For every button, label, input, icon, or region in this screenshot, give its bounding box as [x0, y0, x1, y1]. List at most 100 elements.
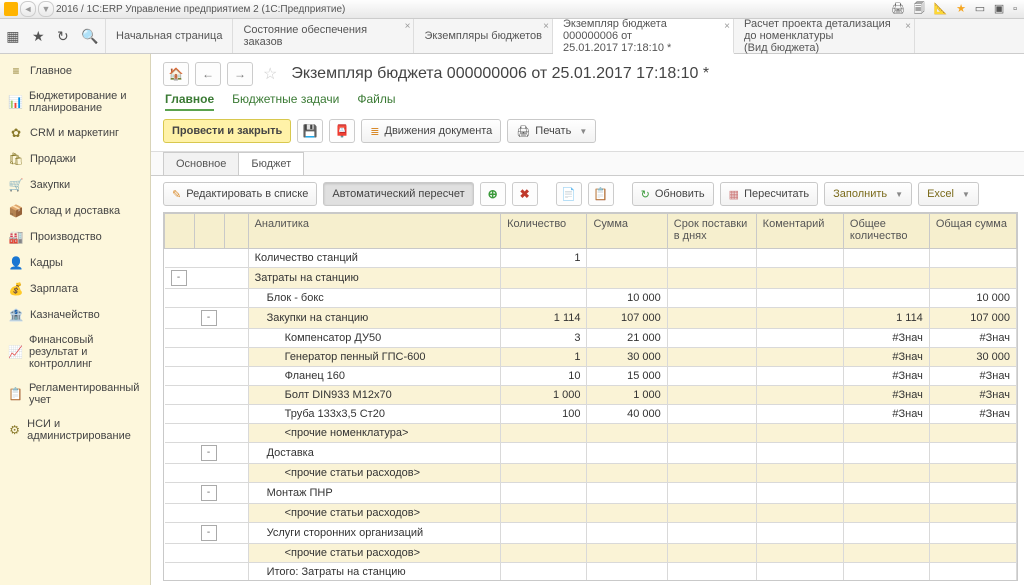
auto-recalc-button[interactable]: Автоматический пересчет: [323, 182, 473, 206]
main-tab[interactable]: Экземпляр бюджета 000000006 от25.01.2017…: [553, 19, 734, 54]
table-row[interactable]: Труба 133х3,5 Ст2010040 000#Знач#Знач: [165, 405, 1017, 424]
cell-gsum[interactable]: [929, 544, 1016, 563]
tb-save-icon[interactable]: 🗐: [914, 3, 925, 15]
cell-gsum[interactable]: 30 000: [929, 348, 1016, 367]
table-row[interactable]: <прочие статьи расходов>: [165, 504, 1017, 523]
cell-qty[interactable]: 3: [501, 329, 587, 348]
cell-delivery[interactable]: [667, 464, 756, 483]
cell-gsum[interactable]: [929, 424, 1016, 443]
cell-gsum[interactable]: [929, 523, 1016, 544]
cell-sum[interactable]: [587, 544, 667, 563]
back-button[interactable]: ←: [195, 62, 221, 86]
cell-qty[interactable]: 1 000: [501, 386, 587, 405]
cell-analytics[interactable]: Услуги сторонних организаций: [248, 523, 501, 544]
history-icon[interactable]: ↻: [57, 28, 69, 45]
col-comment[interactable]: Коментарий: [756, 214, 843, 249]
paste-button[interactable]: 📋: [588, 182, 614, 206]
sidebar-item[interactable]: 👤Кадры: [0, 250, 150, 276]
sidebar-item[interactable]: 📦Склад и доставка: [0, 198, 150, 224]
tree-toggle-icon[interactable]: -: [171, 270, 187, 286]
cell-comment[interactable]: [756, 544, 843, 563]
cell-gsum[interactable]: #Знач: [929, 386, 1016, 405]
col-delivery[interactable]: Срок поставки в днях: [667, 214, 756, 249]
cell-gqty[interactable]: [843, 544, 929, 563]
col-qty[interactable]: Количество: [501, 214, 587, 249]
recalc-button[interactable]: ▦Пересчитать: [720, 182, 818, 206]
cell-comment[interactable]: [756, 329, 843, 348]
table-row[interactable]: Блок - бокс10 00010 000: [165, 289, 1017, 308]
cell-qty[interactable]: [501, 523, 587, 544]
cell-gsum[interactable]: 10 000: [929, 289, 1016, 308]
print-button[interactable]: 🖨Печать▼: [507, 119, 596, 143]
cell-delivery[interactable]: [667, 386, 756, 405]
cell-sum[interactable]: [587, 483, 667, 504]
cell-sum[interactable]: [587, 523, 667, 544]
cell-analytics[interactable]: Компенсатор ДУ50: [248, 329, 501, 348]
main-tab[interactable]: Состояние обеспечения заказов×: [233, 19, 414, 53]
cell-sum[interactable]: [587, 563, 667, 582]
cell-qty[interactable]: [501, 424, 587, 443]
cell-delivery[interactable]: [667, 544, 756, 563]
cell-analytics[interactable]: Количество станций: [248, 249, 501, 268]
cell-gqty[interactable]: [843, 443, 929, 464]
cell-sum[interactable]: 107 000: [587, 308, 667, 329]
sidebar-item[interactable]: 🛍Продажи: [0, 146, 150, 172]
cell-gqty[interactable]: #Знач: [843, 348, 929, 367]
cell-gqty[interactable]: [843, 523, 929, 544]
cell-analytics[interactable]: Болт DIN933 М12х70: [248, 386, 501, 405]
cell-delivery[interactable]: [667, 367, 756, 386]
budget-grid[interactable]: Аналитика Количество Сумма Срок поставки…: [163, 212, 1018, 581]
delete-row-button[interactable]: ✖: [512, 182, 538, 206]
cell-delivery[interactable]: [667, 268, 756, 289]
cell-gqty[interactable]: #Знач: [843, 367, 929, 386]
cell-gqty[interactable]: #Знач: [843, 405, 929, 424]
cell-gsum[interactable]: #Знач: [929, 367, 1016, 386]
cell-analytics[interactable]: Закупки на станцию: [248, 308, 501, 329]
col-analytics[interactable]: Аналитика: [248, 214, 501, 249]
cell-delivery[interactable]: [667, 329, 756, 348]
inner-tab-budget[interactable]: Бюджет: [238, 152, 304, 175]
cell-gqty[interactable]: [843, 483, 929, 504]
edit-in-list-button[interactable]: ✎Редактировать в списке: [163, 182, 317, 206]
cell-qty[interactable]: 1 114: [501, 308, 587, 329]
forward-button[interactable]: →: [227, 62, 253, 86]
nav-fwd-icon[interactable]: ▼: [38, 1, 54, 17]
post-button[interactable]: 📮: [329, 119, 355, 143]
main-tab[interactable]: Расчет проекта детализация до номенклату…: [734, 19, 915, 53]
post-and-close-button[interactable]: Провести и закрыть: [163, 119, 291, 143]
sidebar-item[interactable]: 💰Зарплата: [0, 276, 150, 302]
sidebar-item[interactable]: 🏭Производство: [0, 224, 150, 250]
cell-gsum[interactable]: 107 000: [929, 308, 1016, 329]
cell-comment[interactable]: [756, 504, 843, 523]
sidebar-item[interactable]: 🏦Казначейство: [0, 302, 150, 328]
col-sum[interactable]: Сумма: [587, 214, 667, 249]
sidebar-item[interactable]: 📋Регламентированный учет: [0, 376, 150, 412]
table-row[interactable]: Количество станций1: [165, 249, 1017, 268]
cell-analytics[interactable]: Затраты на станцию: [248, 268, 501, 289]
cell-sum[interactable]: [587, 504, 667, 523]
cell-comment[interactable]: [756, 308, 843, 329]
cell-analytics[interactable]: <прочие номенклатура>: [248, 424, 501, 443]
subtab-tasks[interactable]: Бюджетные задачи: [232, 92, 339, 111]
cell-sum[interactable]: [587, 249, 667, 268]
cell-analytics[interactable]: Фланец 160: [248, 367, 501, 386]
cell-comment[interactable]: [756, 289, 843, 308]
cell-gsum[interactable]: [929, 563, 1016, 582]
search-icon[interactable]: 🔍: [81, 28, 98, 45]
cell-sum[interactable]: 30 000: [587, 348, 667, 367]
table-row[interactable]: - Затраты на станцию: [165, 268, 1017, 289]
cell-qty[interactable]: [501, 289, 587, 308]
nav-back-icon[interactable]: ◄: [20, 1, 36, 17]
table-row[interactable]: -Доставка: [165, 443, 1017, 464]
cell-qty[interactable]: [501, 544, 587, 563]
cell-gsum[interactable]: [929, 483, 1016, 504]
table-row[interactable]: Фланец 1601015 000#Знач#Знач: [165, 367, 1017, 386]
cell-qty[interactable]: 1: [501, 249, 587, 268]
tb-star-icon[interactable]: ★: [956, 3, 966, 15]
cell-comment[interactable]: [756, 249, 843, 268]
tb-calc-icon[interactable]: 📐: [934, 3, 948, 15]
cell-delivery[interactable]: [667, 249, 756, 268]
table-row[interactable]: <прочие статьи расходов>: [165, 544, 1017, 563]
cell-delivery[interactable]: [667, 405, 756, 424]
sidebar-item[interactable]: ⚙НСИ и администрирование: [0, 412, 150, 448]
